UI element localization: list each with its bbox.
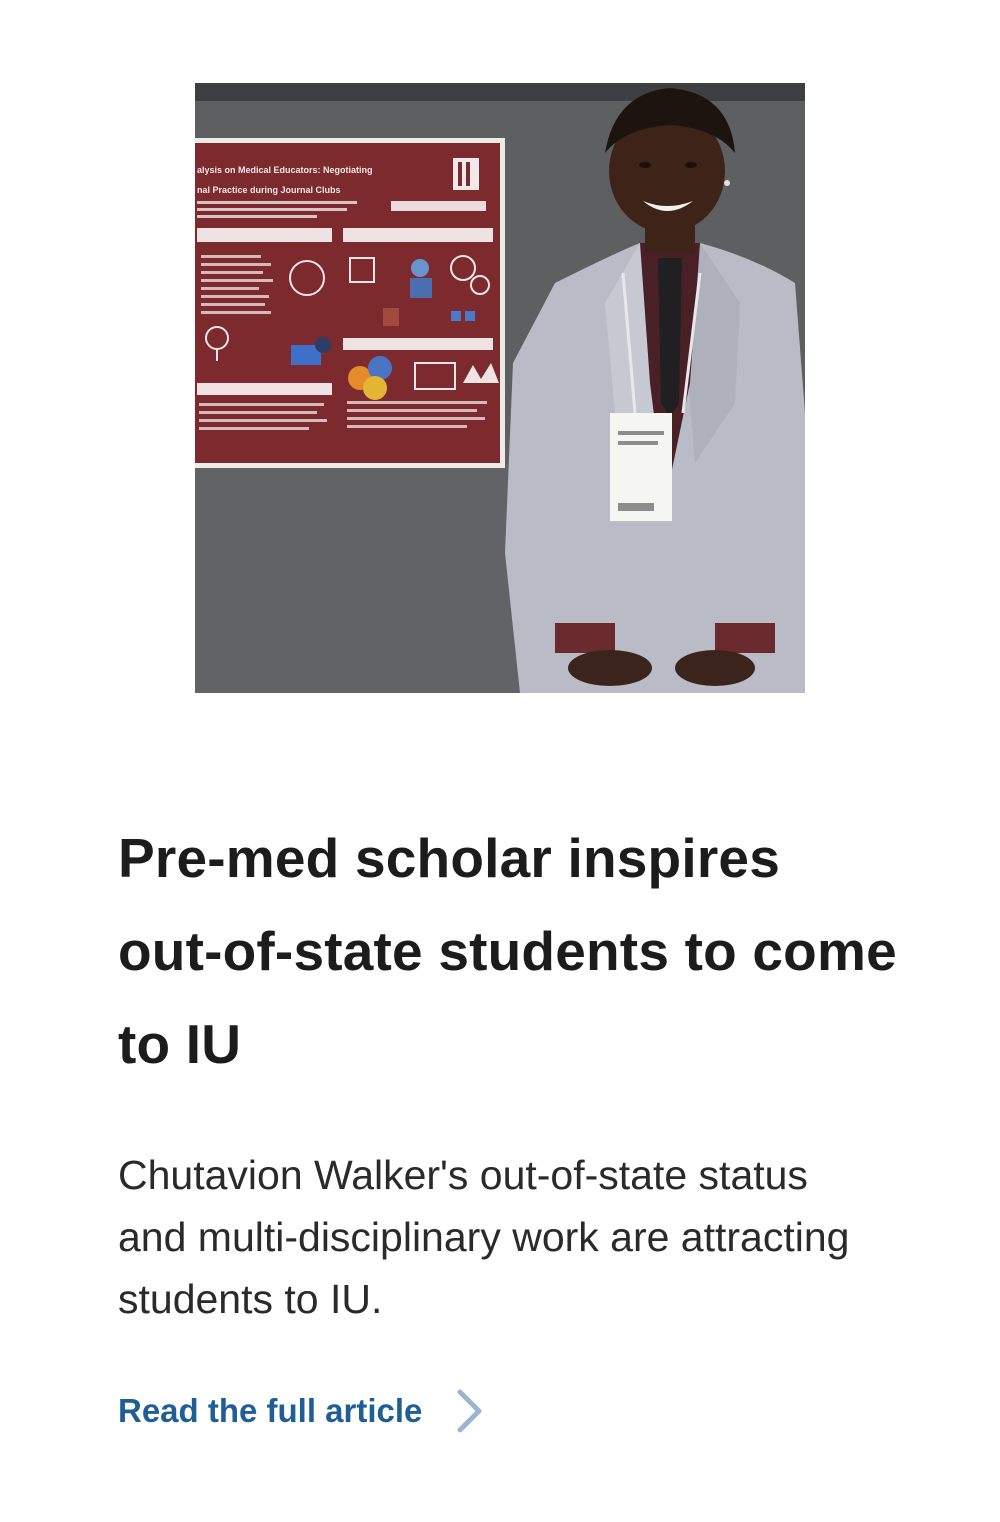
article-photo-illustration: alysis on Medical Educators: Negotiating… xyxy=(195,83,805,693)
poster-title-line1: alysis on Medical Educators: Negotiating xyxy=(197,165,373,175)
read-full-article-link[interactable]: Read the full article xyxy=(118,1386,484,1436)
poster-title-line2: nal Practice during Journal Clubs xyxy=(197,185,341,195)
article-photo[interactable]: alysis on Medical Educators: Negotiating… xyxy=(195,83,805,693)
article-summary: Chutavion Walker's out-of-state status a… xyxy=(118,1152,850,1322)
read-full-article-label: Read the full article xyxy=(118,1392,423,1429)
article-headline[interactable]: Pre-med scholar inspires out-of-state st… xyxy=(118,812,898,1091)
chevron-right-icon xyxy=(456,1388,484,1434)
research-poster: alysis on Medical Educators: Negotiating… xyxy=(195,138,505,468)
article-card: alysis on Medical Educators: Negotiating… xyxy=(0,0,1000,1522)
